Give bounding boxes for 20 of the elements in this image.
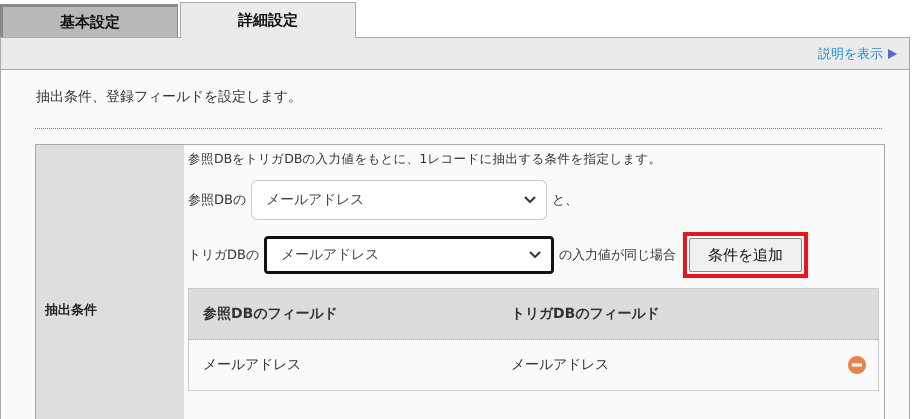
row-label: の入力値が同じ場合: [558, 247, 676, 264]
column-header: 参照DBのフィールド: [202, 305, 338, 323]
row-label: と、: [552, 192, 578, 209]
field-select[interactable]: メールアドレス: [250, 180, 547, 220]
add-condition-button[interactable]: 条件を追加: [688, 238, 802, 272]
intro-text: 抽出条件、登録フィールドを設定します。: [35, 88, 303, 107]
description-text: 参照DBをトリガDBの入力値をもとに、1レコードに抽出する条件を指定します。: [188, 151, 662, 168]
row-label: 参照DBの: [188, 192, 246, 209]
tab[interactable]: 詳細設定: [180, 2, 356, 38]
chevron-down-icon: [528, 251, 541, 259]
tab[interactable]: 基本設定: [0, 4, 178, 37]
section-label: 抽出条件: [36, 145, 184, 419]
table-cell-text: メールアドレス: [511, 356, 610, 374]
remove-icon[interactable]: [848, 356, 866, 374]
row-label: トリガDBの: [188, 247, 259, 264]
field-select[interactable]: メールアドレス: [264, 236, 554, 274]
chevron-down-icon: [524, 196, 536, 204]
table-cell-text: メールアドレス: [202, 356, 302, 374]
play-icon: [888, 48, 897, 58]
column-header: トリガDBのフィールド: [511, 305, 660, 323]
